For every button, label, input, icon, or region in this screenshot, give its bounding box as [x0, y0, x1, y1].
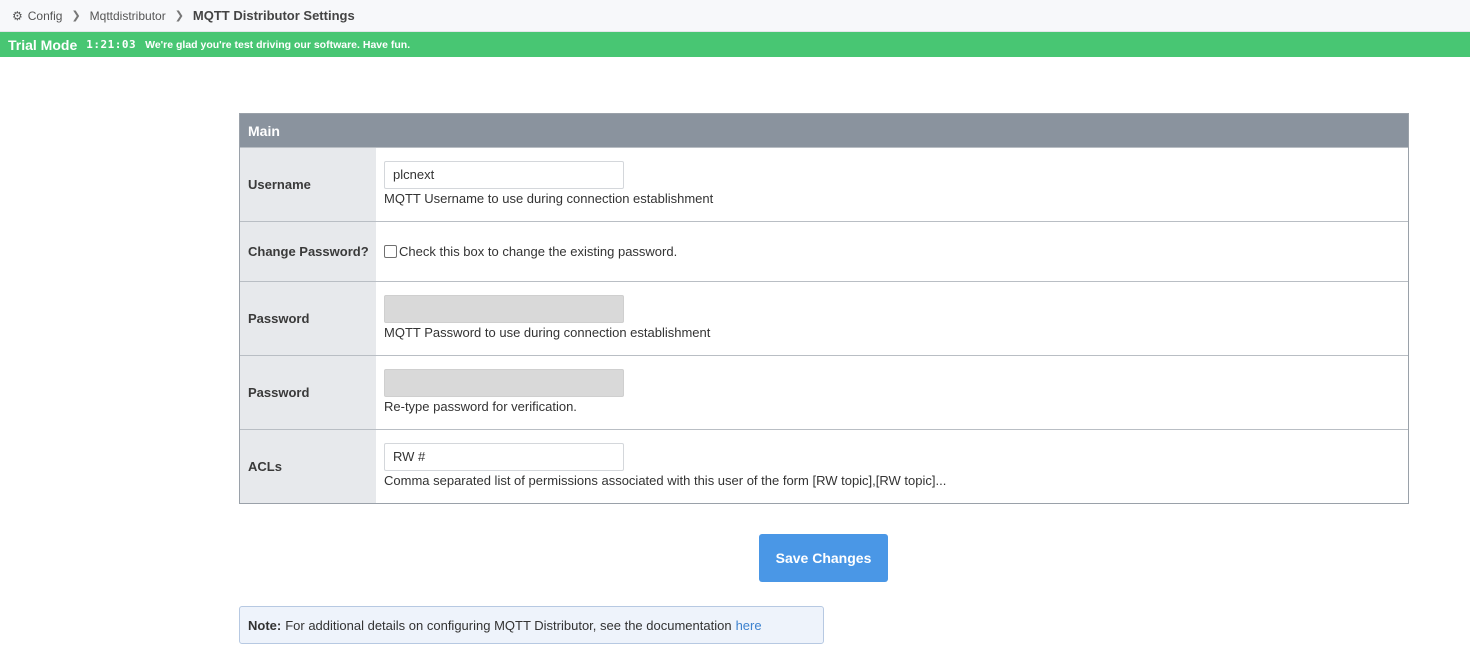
- gear-icon: ⚙: [12, 8, 23, 23]
- password-field[interactable]: [384, 295, 624, 323]
- acls-field[interactable]: RW #: [384, 443, 624, 471]
- acls-help: Comma separated list of permissions asso…: [384, 473, 947, 488]
- username-field[interactable]: plcnext: [384, 161, 624, 189]
- password-confirm-help: Re-type password for verification.: [384, 399, 577, 414]
- breadcrumb-item-config[interactable]: Config: [28, 9, 63, 23]
- trial-timer: 1:21:03: [86, 38, 137, 51]
- chevron-right-icon: ❯: [71, 10, 81, 22]
- password-confirm-row: Password Re-type password for verificati…: [240, 355, 1408, 429]
- username-label: Username: [240, 148, 376, 221]
- username-help: MQTT Username to use during connection e…: [384, 191, 714, 206]
- page-title: MQTT Distributor Settings: [192, 8, 355, 23]
- chevron-right-icon: ❯: [174, 10, 184, 22]
- trial-banner: Trial Mode 1:21:03 We're glad you're tes…: [0, 32, 1470, 57]
- breadcrumb: ⚙ Config ❯ Mqttdistributor ❯ MQTT Distri…: [0, 0, 1470, 32]
- change-password-text: Check this box to change the existing pa…: [399, 244, 678, 259]
- password-label: Password: [240, 282, 376, 355]
- password-help: MQTT Password to use during connection e…: [384, 325, 711, 340]
- username-row: Username plcnext MQTT Username to use du…: [240, 147, 1408, 221]
- change-password-checkbox[interactable]: [384, 245, 397, 258]
- note-label: Note:: [248, 617, 282, 633]
- acls-row: ACLs RW # Comma separated list of permis…: [240, 429, 1408, 503]
- note-box: Note: For additional details on configur…: [239, 606, 824, 644]
- panel-title: Main: [240, 114, 1408, 147]
- password-confirm-label: Password: [240, 356, 376, 429]
- documentation-link[interactable]: here: [736, 618, 762, 633]
- change-password-label: Change Password?: [240, 222, 376, 281]
- save-changes-button[interactable]: Save Changes: [759, 534, 888, 582]
- note-text: For additional details on configuring MQ…: [285, 617, 732, 633]
- password-row: Password MQTT Password to use during con…: [240, 281, 1408, 355]
- password-confirm-field[interactable]: [384, 369, 624, 397]
- trial-label: Trial Mode: [8, 36, 78, 53]
- change-password-row: Change Password? Check this box to chang…: [240, 221, 1408, 281]
- acls-label: ACLs: [240, 430, 376, 503]
- trial-message: We're glad you're test driving our softw…: [145, 38, 411, 51]
- breadcrumb-item-mqttdistributor[interactable]: Mqttdistributor: [90, 9, 166, 23]
- settings-panel: Main Username plcnext MQTT Username to u…: [239, 113, 1409, 504]
